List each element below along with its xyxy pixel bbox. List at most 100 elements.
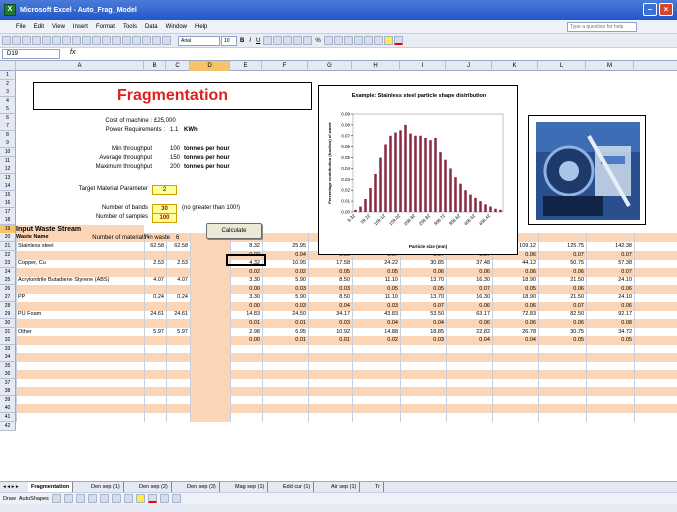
chart-wizard-icon[interactable] <box>142 36 151 45</box>
align-right-icon[interactable] <box>283 36 293 45</box>
menu-item-file[interactable]: File <box>16 24 26 30</box>
align-left-icon[interactable] <box>263 36 273 45</box>
band-fraction-value[interactable]: 0.04 <box>492 336 538 345</box>
waste-pct-c[interactable]: 2.53 <box>166 259 190 268</box>
column-header-c[interactable]: C <box>166 61 190 71</box>
cut-icon[interactable] <box>62 36 71 45</box>
band-fraction-value[interactable]: 0.05 <box>586 336 634 345</box>
select-all-corner[interactable] <box>0 61 16 71</box>
tab-den-sep-2-[interactable]: Den sep (2) <box>136 482 172 492</box>
increase-decimal-icon[interactable] <box>333 36 343 45</box>
band-fraction-value[interactable]: 0.05 <box>538 336 586 345</box>
waste-pct-c[interactable]: 0.24 <box>166 293 190 302</box>
menu-item-data[interactable]: Data <box>145 24 158 30</box>
band-fraction-value[interactable]: 0.04 <box>446 336 492 345</box>
waste-name[interactable]: Copper, Cu <box>18 259 144 268</box>
waste-pct-b[interactable]: 5.97 <box>144 328 166 337</box>
waste-pct-b[interactable]: 0.24 <box>144 293 166 302</box>
waste-name[interactable]: PU Foam <box>18 310 144 319</box>
target-parameter-input[interactable]: 2 <box>152 185 177 195</box>
machine-photo[interactable] <box>528 115 646 225</box>
align-center-icon[interactable] <box>273 36 283 45</box>
tab-fragmentation[interactable]: Fragmentation <box>28 482 74 492</box>
column-header-e[interactable]: E <box>230 61 262 71</box>
band-fraction-value[interactable]: 0.01 <box>262 336 308 345</box>
sort-icon[interactable] <box>132 36 141 45</box>
save-icon[interactable] <box>22 36 31 45</box>
autoshapes-menu[interactable]: AutoShapes <box>19 496 49 502</box>
merge-icon[interactable] <box>293 36 303 45</box>
line-color-icon[interactable] <box>147 494 157 503</box>
tab-tr[interactable]: Tr <box>372 482 384 492</box>
font-select[interactable]: Arial <box>178 35 220 46</box>
tab-den-sep-3-[interactable]: Den sep (3) <box>184 482 220 492</box>
waste-name[interactable]: Stainless steel <box>18 242 144 251</box>
clipart-icon[interactable] <box>123 494 133 503</box>
column-header-j[interactable]: J <box>446 61 492 71</box>
waste-pct-c[interactable]: 62.58 <box>166 242 190 251</box>
minimize-icon[interactable]: – <box>643 3 657 16</box>
name-box[interactable]: D19 <box>2 49 60 59</box>
preview-icon[interactable] <box>42 36 51 45</box>
spelling-icon[interactable] <box>52 36 61 45</box>
column-header-a[interactable]: A <box>16 61 144 71</box>
bold-button[interactable]: B <box>238 38 246 44</box>
band-fraction-value[interactable]: 0.03 <box>400 336 446 345</box>
paste-icon[interactable] <box>82 36 91 45</box>
rectangle-icon[interactable] <box>75 494 85 503</box>
waste-pct-b[interactable]: 4.07 <box>144 276 166 285</box>
line-icon[interactable] <box>51 494 61 503</box>
row-header-42[interactable]: 42 <box>0 421 16 431</box>
redo-icon[interactable] <box>102 36 111 45</box>
arrow-icon[interactable] <box>63 494 73 503</box>
menu-item-tools[interactable]: Tools <box>123 24 137 30</box>
waste-pct-b[interactable]: 62.58 <box>144 242 166 251</box>
samples-input[interactable]: 100 <box>152 213 177 223</box>
percent-button[interactable]: % <box>313 38 322 44</box>
oval-icon[interactable] <box>87 494 97 503</box>
menu-item-format[interactable]: Format <box>96 24 115 30</box>
shadow-icon[interactable] <box>159 494 169 503</box>
menu-item-edit[interactable]: Edit <box>34 24 44 30</box>
fill-icon[interactable] <box>135 494 145 503</box>
copy-icon[interactable] <box>72 36 81 45</box>
hyperlink-icon[interactable] <box>112 36 121 45</box>
waste-pct-c[interactable]: 4.07 <box>166 276 190 285</box>
tab-edd-cur-1-[interactable]: Edd cur (1) <box>280 482 315 492</box>
menu-item-view[interactable]: View <box>52 24 65 30</box>
tab-mag-sep-1-[interactable]: Mag sep (1) <box>232 482 269 492</box>
waste-name[interactable]: Other <box>18 328 144 337</box>
font-size-select[interactable]: 10 <box>221 35 237 46</box>
help-icon[interactable] <box>162 36 171 45</box>
tab-den-sep-1-[interactable]: Den sep (1) <box>88 482 124 492</box>
fx-icon[interactable]: fx <box>70 49 75 56</box>
borders-icon[interactable] <box>373 36 383 45</box>
waste-pct-b[interactable]: 2.53 <box>144 259 166 268</box>
band-fraction-value[interactable]: 0.01 <box>308 336 352 345</box>
fill-color-icon[interactable] <box>383 36 393 45</box>
zoom-icon[interactable] <box>152 36 161 45</box>
underline-button[interactable]: U <box>254 38 262 44</box>
waste-pct-b[interactable]: 24.61 <box>144 310 166 319</box>
menu-item-window[interactable]: Window <box>166 24 187 30</box>
close-icon[interactable]: × <box>659 3 673 16</box>
comma-icon[interactable] <box>323 36 333 45</box>
waste-name[interactable]: Acrylonitrile Butadiene Styrene (ABS) <box>18 276 144 285</box>
waste-pct-c[interactable]: 24.61 <box>166 310 190 319</box>
waste-pct-c[interactable]: 5.97 <box>166 328 190 337</box>
decrease-decimal-icon[interactable] <box>343 36 353 45</box>
tab-nav-arrows[interactable]: ◂ ◂ ▸ ▸ <box>0 482 22 492</box>
undo-icon[interactable] <box>92 36 101 45</box>
increase-indent-icon[interactable] <box>363 36 373 45</box>
menu-item-insert[interactable]: Insert <box>73 24 88 30</box>
print-icon[interactable] <box>32 36 41 45</box>
decrease-indent-icon[interactable] <box>353 36 363 45</box>
autosum-icon[interactable] <box>122 36 131 45</box>
3d-icon[interactable] <box>171 494 181 503</box>
column-header-g[interactable]: G <box>308 61 352 71</box>
draw-menu[interactable]: Draw <box>3 496 16 502</box>
column-header-i[interactable]: I <box>400 61 446 71</box>
chart[interactable]: Example: Stainless steel particle shape … <box>318 85 518 255</box>
band-fraction-value[interactable]: 0.00 <box>230 336 262 345</box>
currency-icon[interactable] <box>303 36 313 45</box>
